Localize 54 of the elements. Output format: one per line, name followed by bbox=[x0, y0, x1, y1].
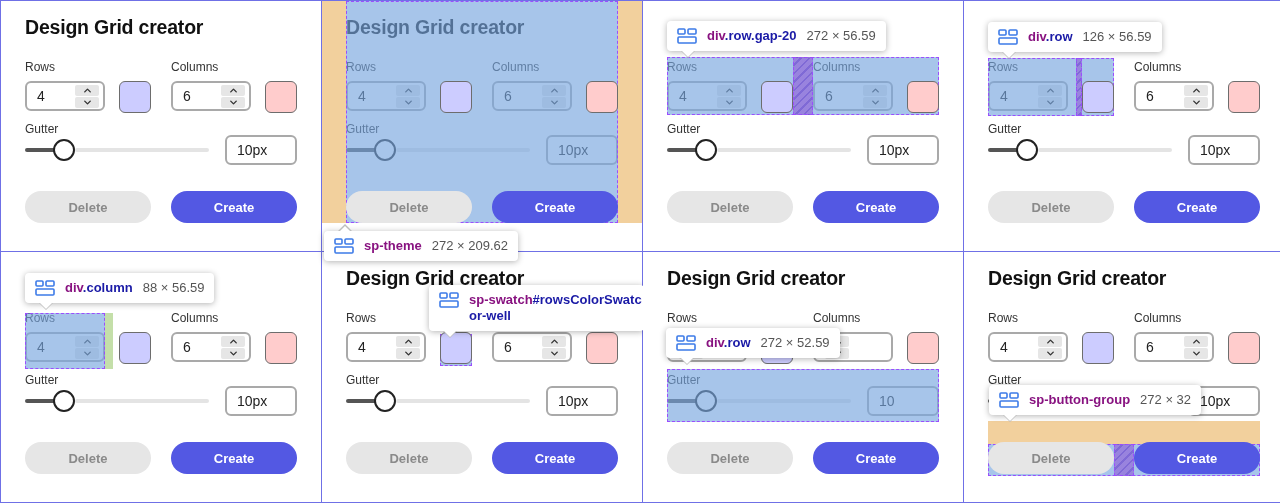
field-label: Rows bbox=[988, 310, 1018, 326]
element-size: 126 × 56.59 bbox=[1082, 29, 1152, 45]
field-value: 4 bbox=[1000, 88, 1008, 104]
field-value: 6 bbox=[504, 339, 512, 355]
panel-title: Design Grid creator bbox=[988, 266, 1167, 290]
element-selector: div.column bbox=[65, 280, 133, 296]
field-value: 6 bbox=[504, 88, 512, 104]
field-value: 4 bbox=[358, 88, 366, 104]
field-label: Columns bbox=[171, 59, 219, 75]
element-size: 272 × 56.59 bbox=[806, 28, 876, 44]
field-value: 6 bbox=[183, 88, 191, 104]
field-label: Rows bbox=[667, 59, 697, 75]
field-value: 4 bbox=[37, 88, 45, 104]
element-size: 272 × 52.59 bbox=[760, 335, 830, 351]
field-label: Columns bbox=[1134, 59, 1182, 75]
element-selector: sp-theme bbox=[364, 238, 422, 254]
element-selector: sp-swatch#rowsColorSwatc or-well bbox=[469, 292, 642, 324]
field-value: 6 bbox=[183, 339, 191, 355]
field-label: Gutter bbox=[988, 372, 1022, 388]
field-label: Columns bbox=[813, 59, 861, 75]
element-selector: div.row.gap-20 bbox=[707, 28, 797, 44]
element-size: 88 × 56.59 bbox=[142, 280, 205, 296]
field-label: Gutter bbox=[346, 372, 380, 388]
element-selector: sp-button-group bbox=[1029, 392, 1131, 408]
field-label: Gutter bbox=[346, 121, 380, 137]
panel-title: Design Grid creator bbox=[346, 266, 525, 290]
field-label: Gutter bbox=[25, 121, 59, 137]
field-label: Columns bbox=[171, 310, 219, 326]
field-label: Rows bbox=[346, 59, 376, 75]
panel-title: Design Grid creator bbox=[667, 266, 846, 290]
field-label: Gutter bbox=[25, 372, 59, 388]
field-value: 4 bbox=[679, 88, 687, 104]
panel-title: Design Grid creator bbox=[346, 15, 525, 39]
field-value: 4 bbox=[37, 339, 45, 355]
field-label: Rows bbox=[346, 310, 376, 326]
field-label: Rows bbox=[988, 59, 1018, 75]
field-label: Columns bbox=[813, 310, 861, 326]
field-label: Columns bbox=[1134, 310, 1182, 326]
field-label: Gutter bbox=[667, 372, 701, 388]
element-size: 272 × 209.62 bbox=[431, 238, 509, 254]
field-label: Gutter bbox=[667, 121, 701, 137]
field-value: 4 bbox=[358, 339, 366, 355]
field-label: Rows bbox=[25, 59, 55, 75]
field-label: Columns bbox=[492, 59, 540, 75]
element-selector: div.row bbox=[1028, 29, 1073, 45]
element-selector: div.row bbox=[706, 335, 751, 351]
field-value: 6 bbox=[1146, 88, 1154, 104]
field-label: Rows bbox=[25, 310, 55, 326]
field-value: 4 bbox=[1000, 339, 1008, 355]
field-value: 6 bbox=[825, 88, 833, 104]
field-label: Gutter bbox=[988, 121, 1022, 137]
field-label: Rows bbox=[667, 310, 697, 326]
field-value: 6 bbox=[1146, 339, 1154, 355]
panel-title: Design Grid creator bbox=[25, 15, 204, 39]
